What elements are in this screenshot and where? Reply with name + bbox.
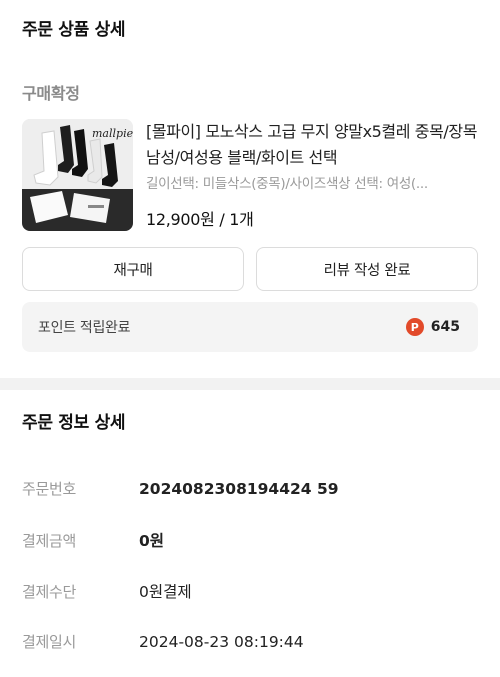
points-label: 포인트 적립완료 (38, 320, 131, 336)
payment-method-value: 0원결제 (139, 583, 192, 601)
product-options: 길이선택: 미들삭스(중목)/사이즈색상 선택: 여성(... (146, 176, 428, 192)
payment-amount-label: 결제금액 (22, 531, 77, 550)
order-product-detail-title: 주문 상품 상세 (22, 20, 126, 40)
payment-method-label: 결제수단 (22, 582, 77, 601)
order-number-row: 주문번호 2024082308194424 59 (22, 478, 482, 499)
product-thumbnail[interactable]: mallpie (22, 119, 133, 231)
review-complete-button[interactable]: 리뷰 작성 완료 (256, 247, 478, 291)
payment-method-row: 결제수단 0원결제 (22, 580, 482, 602)
order-number-value: 2024082308194424 59 (139, 479, 339, 498)
order-status-label: 구매확정 (22, 84, 80, 103)
order-info-title: 주문 정보 상세 (22, 413, 126, 433)
point-icon: P (405, 318, 424, 336)
points-earned-box: 포인트 적립완료 P 645 (22, 302, 478, 352)
payment-amount-value: 0원 (139, 532, 165, 550)
order-number-label: 주문번호 (22, 480, 77, 498)
points-value: 645 (430, 319, 460, 335)
payment-date-value: 2024-08-23 08:19:44 (139, 632, 304, 651)
section-divider (0, 378, 500, 390)
rebuy-button[interactable]: 재구매 (22, 247, 244, 291)
brand-watermark: mallpie (92, 127, 133, 140)
product-price-qty: 12,900원 / 1개 (146, 210, 254, 229)
product-name[interactable]: [몰파이] 모노삭스 고급 무지 양말x5켤레 중목/장목 남성/여성용 블랙/… (146, 119, 482, 171)
payment-date-row: 결제일시 2024-08-23 08:19:44 (22, 631, 482, 652)
order-detail-page: 주문 상품 상세 구매확정 mallpie [몰파이] 모노삭스 고급 무지 양… (0, 0, 500, 677)
points-amount: P 645 (405, 318, 460, 336)
payment-amount-row: 결제금액 0원 (22, 529, 482, 551)
payment-date-label: 결제일시 (22, 633, 77, 651)
